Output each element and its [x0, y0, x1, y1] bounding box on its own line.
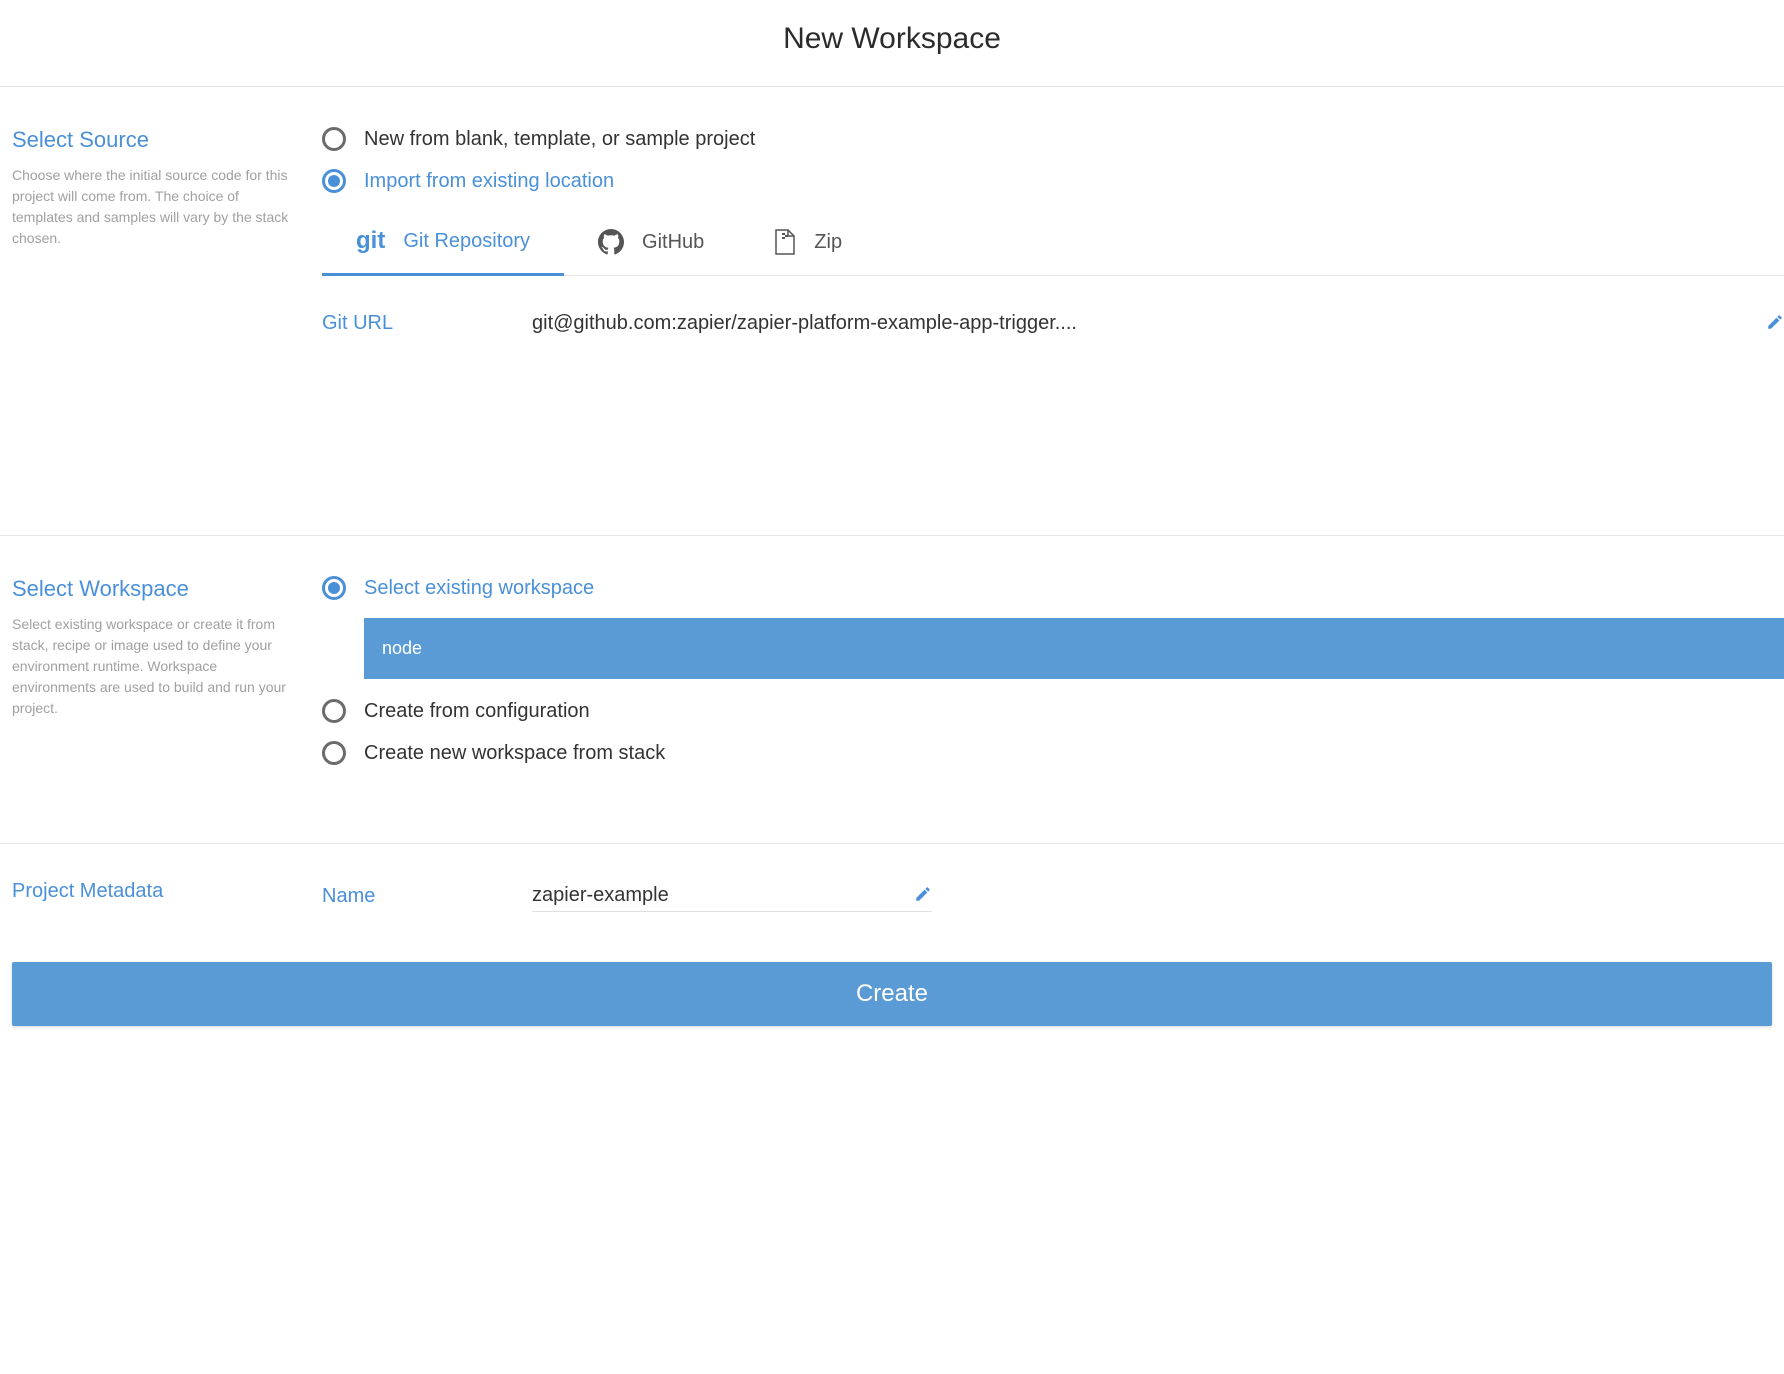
tab-zip[interactable]: Zip: [738, 213, 876, 275]
section-select-workspace: Select Workspace Select existing workspa…: [0, 536, 1784, 843]
section-left: Select Source Choose where the initial s…: [12, 127, 322, 335]
section-right-workspace: Select existing workspace node Create fr…: [322, 576, 1784, 783]
workspace-item-node[interactable]: node: [364, 618, 1784, 679]
radio-create-from-config[interactable]: Create from configuration: [322, 699, 1784, 723]
radio-label: New from blank, template, or sample proj…: [364, 128, 755, 151]
zip-icon: [772, 228, 796, 256]
name-field-row: Name: [322, 880, 1784, 912]
create-button[interactable]: Create: [12, 962, 1772, 1026]
edit-git-url-icon[interactable]: [1766, 313, 1784, 334]
github-icon: [598, 229, 624, 255]
section-project-metadata: Project Metadata Name: [0, 844, 1784, 912]
radio-label: Create new workspace from stack: [364, 742, 665, 765]
name-input-wrapper: [532, 880, 932, 912]
radio-circle-icon: [322, 741, 346, 765]
section-title-metadata: Project Metadata: [12, 880, 292, 903]
radio-circle-selected-icon: [322, 576, 346, 600]
workspace-item-label: node: [382, 638, 422, 658]
section-title-source: Select Source: [12, 127, 292, 153]
radio-select-existing-workspace[interactable]: Select existing workspace: [322, 576, 1784, 600]
section-select-source: Select Source Choose where the initial s…: [0, 87, 1784, 535]
radio-label: Create from configuration: [364, 700, 590, 723]
git-url-label: Git URL: [322, 312, 532, 335]
section-left: Project Metadata: [12, 880, 322, 912]
tab-git-repository[interactable]: git Git Repository: [322, 213, 564, 276]
radio-create-from-stack[interactable]: Create new workspace from stack: [322, 741, 1784, 765]
section-left: Select Workspace Select existing workspa…: [12, 576, 322, 783]
radio-dot-icon: [328, 175, 340, 187]
radio-circle-icon: [322, 699, 346, 723]
tab-label: GitHub: [642, 231, 704, 254]
import-tabs: git Git Repository GitHub: [322, 213, 1784, 276]
radio-circle-selected-icon: [322, 169, 346, 193]
section-right-source: New from blank, template, or sample proj…: [322, 127, 1784, 335]
radio-import-existing[interactable]: Import from existing location: [322, 169, 1784, 193]
radio-circle-icon: [322, 127, 346, 151]
page-title: New Workspace: [0, 0, 1784, 86]
project-name-input[interactable]: [532, 880, 902, 911]
radio-label: Select existing workspace: [364, 577, 594, 600]
radio-label: Import from existing location: [364, 170, 614, 193]
edit-name-icon[interactable]: [914, 885, 932, 906]
create-button-label: Create: [856, 980, 928, 1007]
radio-new-blank[interactable]: New from blank, template, or sample proj…: [322, 127, 1784, 151]
section-desc-source: Choose where the initial source code for…: [12, 165, 292, 249]
section-right-metadata: Name: [322, 880, 1784, 912]
tab-label: Zip: [814, 231, 842, 254]
radio-dot-icon: [328, 582, 340, 594]
git-url-row: Git URL git@github.com:zapier/zapier-pla…: [322, 312, 1784, 335]
section-title-workspace: Select Workspace: [12, 576, 292, 602]
git-icon: git: [356, 227, 385, 255]
name-field-label: Name: [322, 885, 532, 908]
section-desc-workspace: Select existing workspace or create it f…: [12, 614, 292, 719]
tab-label: Git Repository: [403, 230, 530, 253]
git-url-value: git@github.com:zapier/zapier-platform-ex…: [532, 312, 1754, 335]
tab-github[interactable]: GitHub: [564, 213, 738, 275]
